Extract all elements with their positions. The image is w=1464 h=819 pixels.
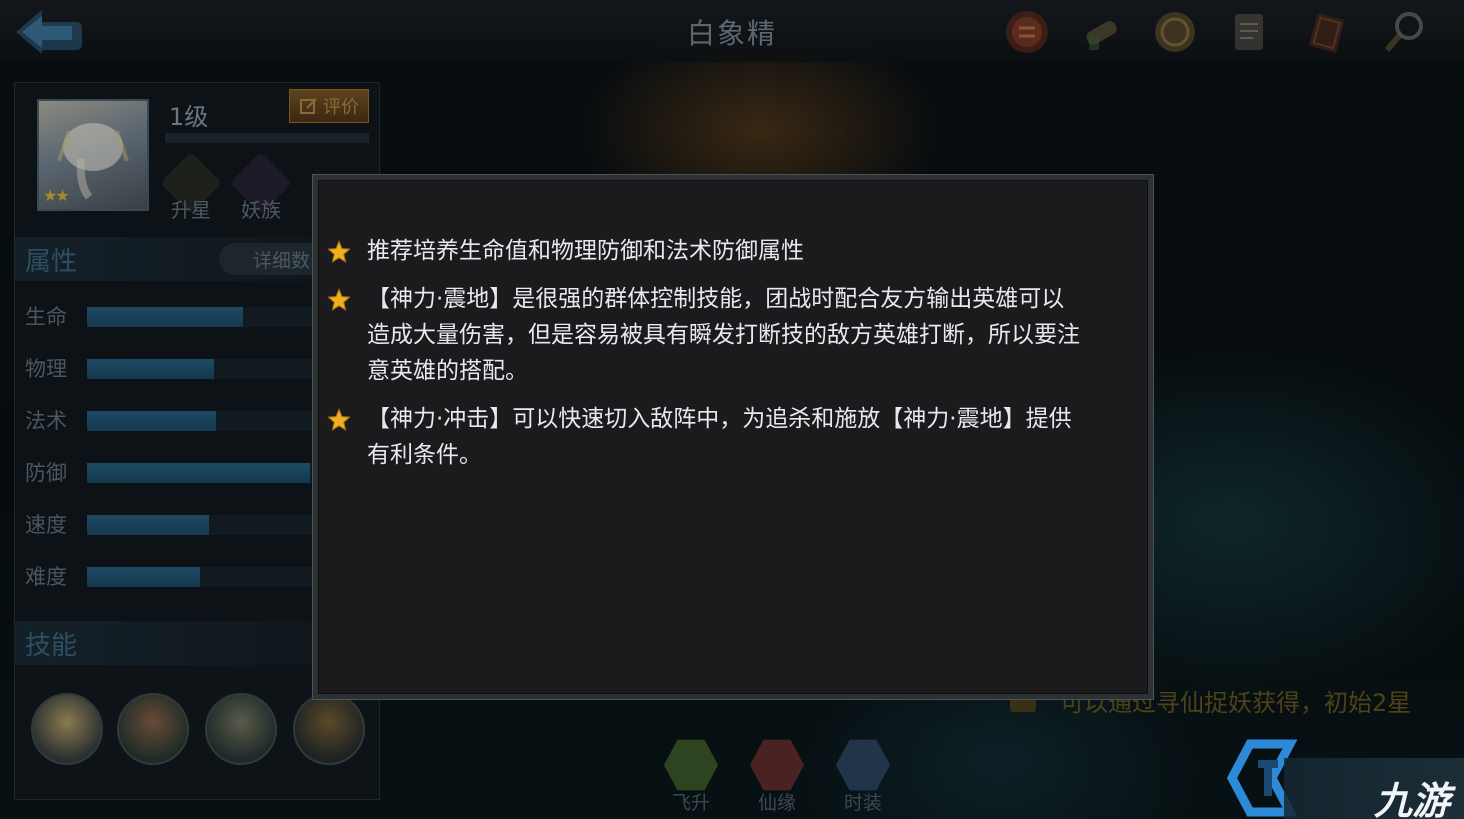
magnifier-icon[interactable] [1378,6,1432,58]
letter-icon[interactable] [1222,6,1276,58]
tab-label: 飞升 [671,792,710,814]
attribute-label: 防御 [25,461,67,485]
attribute-track [87,359,317,379]
tip-text: 推荐培养生命值和物理防御和法术防御属性 [367,238,804,264]
tab-label: 仙缘 [757,792,796,814]
tip-text: 【神力·震地】是很强的群体控制技能，团战时配合友方输出英雄可以造成大量伤害，但是… [367,286,1080,384]
attribute-track [87,567,317,587]
drum-skill-icon[interactable] [31,693,103,765]
hero-level: 1级 [169,103,209,131]
beast-skill-icon[interactable] [293,693,365,765]
attribute-label: 速度 [25,513,67,537]
attribute-label: 法术 [25,409,67,433]
attributes-title: 属性 [25,247,78,277]
attribute-fill [87,411,216,431]
attribute-fill [87,515,209,535]
star-bullet-icon [327,288,351,311]
costume-icon [836,739,890,791]
flower-skill-icon[interactable] [117,693,189,765]
attribute-fill [87,567,200,587]
attribute-track [87,463,317,483]
attribute-label: 物理 [25,357,67,381]
badge-label: 升星 [171,198,211,222]
fate-icon [750,739,804,791]
detail-data-label: 详细数 [253,249,311,272]
attribute-label: 难度 [25,565,67,589]
attribute-fill [87,359,214,379]
attribute-track [87,307,317,327]
race-badge[interactable]: 妖族 [229,151,293,222]
skills-title: 技能 [25,631,78,661]
attribute-label: 生命 [25,305,67,329]
hero-tips-dialog[interactable]: 推荐培养生命值和物理防御和法术防御属性 【神力·震地】是很强的群体控制技能，团战… [312,174,1154,700]
attribute-track [87,515,317,535]
attribute-fill [87,463,311,483]
wind-skill-icon[interactable] [205,693,277,765]
coin-icon[interactable] [1148,6,1202,58]
tip-item: 推荐培养生命值和物理防御和法术防御属性 [327,233,1087,269]
rate-button-label: 评价 [323,97,359,118]
hero-portrait[interactable]: ★★ [37,99,149,211]
level-progress-bar [165,133,369,143]
upgrade-star-badge[interactable]: 升星 [159,151,223,222]
ascend-icon [664,739,718,791]
tip-item: 【神力·震地】是很强的群体控制技能，团战时配合友方输出英雄可以造成大量伤害，但是… [327,281,1087,389]
tab-label: 时装 [843,792,882,814]
tab-costume[interactable]: 时装 [832,738,894,816]
book-icon[interactable] [1300,6,1354,58]
attribute-fill [87,307,244,327]
hero-star-rating: ★★ [43,186,70,205]
edit-icon [300,98,317,114]
badge-label: 妖族 [241,198,281,222]
tip-item: 【神力·冲击】可以快速切入敌阵中，为追杀和施放【神力·震地】提供有利条件。 [327,401,1087,473]
attribute-track [87,411,317,431]
tab-ascend[interactable]: 飞升 [660,738,722,816]
rolled-scroll-icon[interactable] [1074,6,1128,58]
tip-text: 【神力·冲击】可以快速切入敌阵中，为追杀和施放【神力·震地】提供有利条件。 [367,406,1072,468]
hero-tips-content: 推荐培养生命值和物理防御和法术防御属性 【神力·震地】是很强的群体控制技能，团战… [318,180,1148,694]
rate-button[interactable]: 评价 [289,89,369,123]
star-bullet-icon [327,240,351,263]
tab-fate[interactable]: 仙缘 [746,738,808,816]
watermark-text: 九游 [1374,779,1451,819]
top-bar: 白象精 [0,0,1464,62]
scroll-seal-icon[interactable] [1000,6,1054,58]
star-bullet-icon [327,408,351,431]
